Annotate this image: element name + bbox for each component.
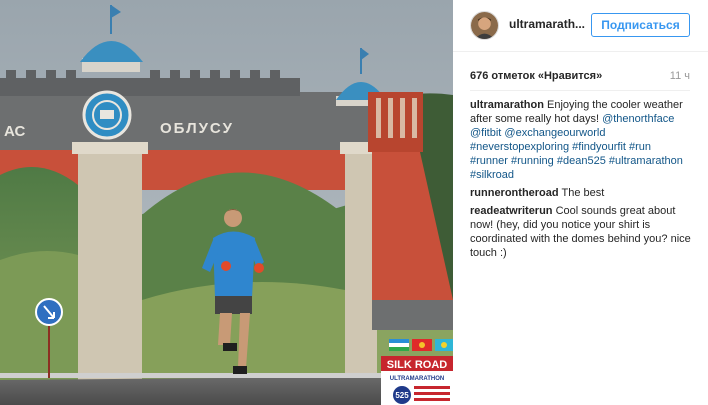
silk-road-badge: SILK ROAD ULTRAMARATHON 525 (381, 356, 453, 405)
comments-list: ultramarathon Enjoying the cooler weathe… (470, 98, 692, 264)
comment-tag[interactable]: #neverstopexploring (470, 141, 569, 153)
comment-caption: ultramarathon Enjoying the cooler weathe… (470, 98, 692, 182)
comment-tag[interactable]: @exchangeourworld (504, 127, 605, 139)
comment-tag[interactable]: @fitbit (470, 127, 501, 139)
post-time[interactable]: 11 ч (670, 70, 690, 82)
flags (389, 339, 453, 351)
avatar[interactable] (470, 11, 499, 40)
comment-tag[interactable]: #run (629, 141, 651, 153)
comment-author[interactable]: ultramarathon (470, 99, 544, 111)
photo-illustration: АС ОБЛУСУ SILK ROAD ULTRAMARATHON 525 (0, 0, 453, 405)
post-sidebar: ultramarath... Подписаться 676 отметок «… (453, 0, 708, 405)
follow-button[interactable]: Подписаться (591, 13, 690, 37)
arch-inscription-right: ОБЛУСУ (160, 120, 234, 137)
arch-inscription-left: АС (4, 123, 25, 140)
comment-tag[interactable]: #running (511, 155, 554, 167)
avatar-image (471, 12, 498, 39)
badge-subtitle: ULTRAMARATHON (390, 376, 444, 382)
badge-title: SILK ROAD (387, 359, 448, 371)
likes-count[interactable]: 676 отметок «Нравится» (470, 70, 602, 82)
comment-tag[interactable]: #runner (470, 155, 508, 167)
post-photo[interactable]: АС ОБЛУСУ SILK ROAD ULTRAMARATHON 525 (0, 0, 453, 405)
divider (470, 90, 690, 91)
comment: readeatwriterun Cool sounds great about … (470, 204, 692, 260)
comment-author[interactable]: readeatwriterun (470, 205, 553, 217)
comment-tag[interactable]: @thenorthface (602, 113, 674, 125)
comment-tag[interactable]: #findyourfit (572, 141, 626, 153)
likes-row: 676 отметок «Нравится» 11 ч (470, 70, 690, 86)
username-link[interactable]: ultramarath... (509, 17, 585, 31)
comment-text: The best (558, 187, 605, 199)
comment-tag[interactable]: #ultramarathon (609, 155, 683, 167)
comment-tag[interactable]: #silkroad (470, 169, 514, 181)
post-header: ultramarath... Подписаться (453, 0, 708, 52)
badge-number: 525 (395, 391, 409, 400)
comment-tag[interactable]: #dean525 (557, 155, 606, 167)
comment: runnerontheroad The best (470, 186, 692, 200)
comment-author[interactable]: runnerontheroad (470, 187, 559, 199)
